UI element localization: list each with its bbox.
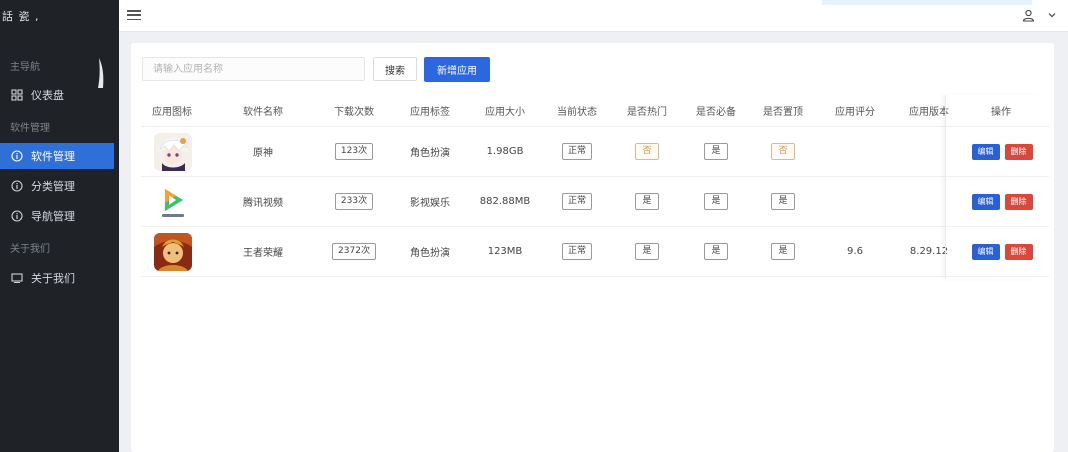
info-circle-icon	[11, 210, 23, 222]
sidebar-item-nav[interactable]: 导航管理	[0, 203, 114, 229]
sidebar-item-label: 仪表盘	[31, 89, 64, 102]
col-header: 应用大小	[485, 107, 525, 118]
downloads-tag: 233次	[334, 193, 374, 210]
top-highlight-strip	[822, 0, 1032, 5]
app-name: 王者荣耀	[243, 248, 283, 259]
sidebar-item-category[interactable]: 分类管理	[0, 173, 114, 199]
table-row: 王者荣耀 2372次 角色扮演 123MB 正常 是 是 是 9.6 8.29.…	[141, 227, 1049, 277]
sidebar-item-software[interactable]: 软件管理	[0, 143, 114, 169]
downloads-tag: 123次	[334, 143, 374, 160]
sidebar-collapse-handle[interactable]	[95, 58, 105, 88]
status-badge: 正常	[561, 193, 592, 210]
table-row: 原神 123次 角色扮演 1.98GB 正常 否 是 否 编辑 删除	[141, 127, 1049, 177]
app-tag: 影视娱乐	[410, 198, 450, 209]
add-app-button[interactable]: 新增应用	[424, 57, 490, 82]
must-badge: 是	[704, 143, 728, 160]
user-icon[interactable]	[1022, 9, 1035, 22]
must-badge: 是	[704, 243, 728, 260]
must-badge: 是	[704, 193, 728, 210]
app-name: 原神	[253, 148, 273, 159]
col-header: 应用评分	[835, 107, 875, 118]
main-panel: 搜索 新增应用 应用图标 软件名称 下载次数 应用标签 应用大小 当前状态 是否…	[131, 43, 1054, 452]
chevron-down-icon[interactable]	[1047, 10, 1057, 20]
top-badge: 是	[771, 243, 795, 260]
sidebar-item-about[interactable]: 关于我们	[0, 265, 114, 291]
col-header: 是否置顶	[763, 107, 803, 118]
sidebar-item-label: 软件管理	[31, 150, 75, 163]
app-name: 腾讯视频	[243, 198, 283, 209]
status-badge: 正常	[561, 243, 592, 260]
sidebar-group-about: 关于我们	[10, 244, 50, 255]
app-score: 9.6	[847, 246, 863, 257]
menu-toggle-icon[interactable]	[127, 8, 141, 22]
col-header: 是否热门	[627, 107, 667, 118]
app-size: 123MB	[487, 246, 523, 257]
hot-badge: 否	[635, 143, 659, 160]
search-button[interactable]: 搜索	[373, 57, 417, 81]
sidebar-group-main: 主导航	[10, 62, 40, 73]
genshin-app-icon	[154, 132, 192, 171]
col-header: 应用图标	[152, 107, 192, 118]
info-circle-icon	[11, 150, 23, 162]
monitor-icon	[11, 272, 23, 284]
honor-of-kings-app-icon	[154, 232, 192, 271]
app-score	[824, 127, 886, 176]
status-badge: 正常	[561, 143, 592, 160]
grid-icon	[11, 89, 23, 101]
sidebar-group-software: 软件管理	[10, 123, 50, 134]
sidebar-item-label: 分类管理	[31, 180, 75, 193]
brand-title: 話 瓷 ,	[2, 10, 40, 23]
info-circle-icon	[11, 180, 23, 192]
app-score	[824, 177, 886, 226]
hot-badge: 是	[635, 193, 659, 210]
col-header: 是否必备	[696, 107, 736, 118]
sidebar-item-label: 导航管理	[31, 210, 75, 223]
tencent-video-app-icon	[154, 182, 192, 221]
app-tag: 角色扮演	[410, 248, 450, 259]
top-badge: 否	[771, 143, 795, 160]
top-badge: 是	[771, 193, 795, 210]
app-root: 話 瓷 , 主导航 仪表盘 软件管理 软件管理 分类管理 导航管理 关于我们 关…	[0, 0, 1068, 452]
col-header: 软件名称	[243, 107, 283, 118]
col-header: 下载次数	[334, 107, 374, 118]
search-input[interactable]	[142, 57, 365, 81]
table-header: 应用图标 软件名称 下载次数 应用标签 应用大小 当前状态 是否热门 是否必备 …	[141, 95, 1049, 127]
downloads-tag: 2372次	[332, 243, 376, 260]
sidebar: 話 瓷 , 主导航 仪表盘 软件管理 软件管理 分类管理 导航管理 关于我们 关…	[0, 0, 119, 452]
col-header: 当前状态	[557, 107, 597, 118]
col-header: 应用标签	[410, 107, 450, 118]
actions-column-divider	[945, 95, 1039, 279]
table-row: 腾讯视频 233次 影视娱乐 882.88MB 正常 是 是 是 编辑 删除	[141, 177, 1049, 227]
app-size: 882.88MB	[479, 196, 531, 207]
hot-badge: 是	[635, 243, 659, 260]
topbar	[119, 0, 1068, 32]
app-size: 1.98GB	[486, 146, 524, 157]
app-tag: 角色扮演	[410, 148, 450, 159]
sidebar-item-label: 关于我们	[31, 272, 75, 285]
